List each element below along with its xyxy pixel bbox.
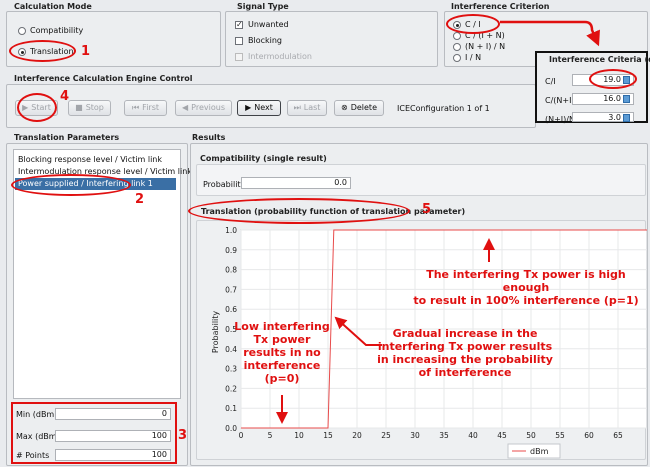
annotation-arrows: [276, 20, 600, 424]
arrow-to-popup: [500, 20, 600, 47]
annotation-gradual: Gradual increase in the interfering Tx p…: [377, 327, 553, 379]
annotation-high-power: The interfering Tx power is high enough …: [413, 268, 639, 307]
annotation-low-power: Low interfering Tx power results in no i…: [234, 320, 330, 385]
